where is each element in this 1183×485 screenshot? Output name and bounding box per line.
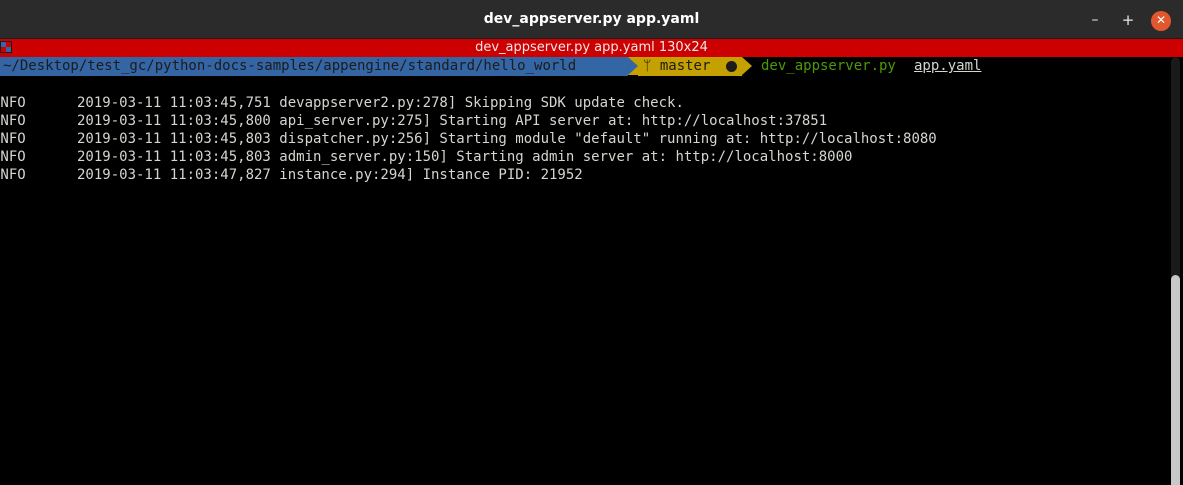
prompt-path: ~/Desktop/test_gc/python-docs-samples/ap… [0, 57, 628, 76]
path-separator-arrow [628, 57, 638, 75]
log-message: 2019-03-11 11:03:45,803 admin_server.py:… [77, 149, 853, 165]
log-level: INFO [0, 149, 26, 165]
branch-separator-arrow [742, 57, 752, 75]
log-level: INFO [0, 167, 26, 183]
shell-prompt: ~/Desktop/test_gc/python-docs-samples/ap… [0, 57, 1183, 76]
log-message: 2019-03-11 11:03:45,751 devappserver2.py… [77, 95, 684, 111]
log-line: INFO 2019-03-11 11:03:45,803 admin_server… [0, 148, 937, 166]
log-level: INFO [0, 113, 26, 129]
title-bar[interactable]: dev_appserver.py app.yaml – + ✕ [0, 0, 1183, 39]
maximize-button[interactable]: + [1119, 11, 1137, 29]
scrollbar-thumb[interactable] [1171, 275, 1180, 485]
log-line: INFO 2019-03-11 11:03:45,800 api_server.p… [0, 112, 937, 130]
status-bar-title: dev_appserver.py app.yaml 130x24 [475, 40, 708, 55]
tmux-status-bar: dev_appserver.py app.yaml 130x24 [0, 39, 1183, 57]
log-line: INFO 2019-03-11 11:03:45,751 devappserver… [0, 94, 937, 112]
terminal-output: INFO 2019-03-11 11:03:45,751 devappserver… [0, 94, 937, 184]
minimize-button[interactable]: – [1086, 11, 1104, 29]
log-level: INFO [0, 131, 26, 147]
close-button[interactable]: ✕ [1151, 11, 1171, 31]
prompt-command-argument[interactable]: app.yaml [914, 57, 981, 76]
window-title: dev_appserver.py app.yaml [483, 11, 700, 27]
log-level: INFO [0, 95, 26, 111]
git-branch-name: master [651, 58, 711, 74]
log-line: INFO 2019-03-11 11:03:47,827 instance.py:… [0, 166, 937, 184]
log-message: 2019-03-11 11:03:47,827 instance.py:294]… [77, 167, 583, 183]
prompt-command: dev_appserver.py [761, 58, 896, 74]
log-line: INFO 2019-03-11 11:03:45,803 dispatcher.p… [0, 130, 937, 148]
log-message: 2019-03-11 11:03:45,803 dispatcher.py:25… [77, 131, 937, 147]
git-dirty-dot-icon [726, 61, 737, 72]
log-message: 2019-03-11 11:03:45,800 api_server.py:27… [77, 113, 828, 129]
terminal-window: dev_appserver.py app.yaml – + ✕ dev_apps… [0, 0, 1183, 485]
scrollbar[interactable] [1169, 57, 1183, 485]
